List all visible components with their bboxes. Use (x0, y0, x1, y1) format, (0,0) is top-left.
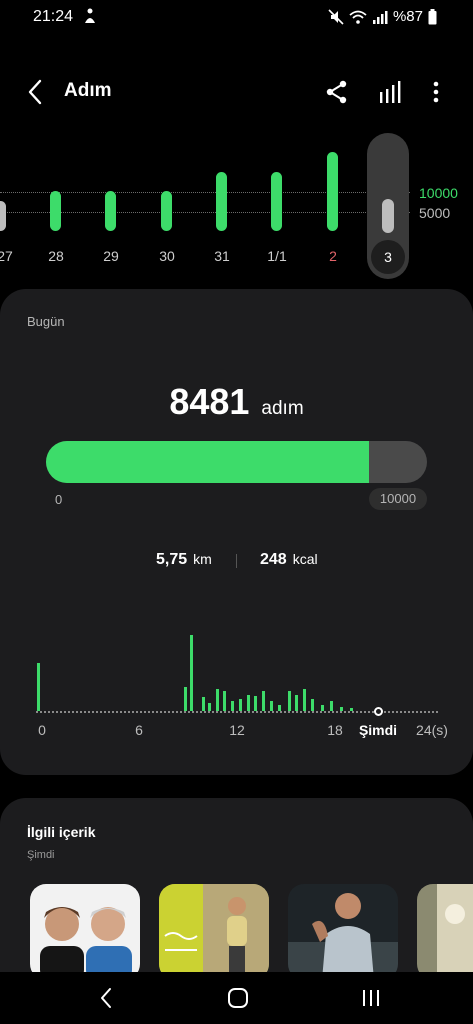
day-label: 2 (329, 248, 337, 264)
distance-stat: 5,75 km (156, 551, 212, 569)
page-title: Adım (64, 80, 112, 101)
steps-value: 8481 (169, 381, 250, 422)
now-label: Şimdi (358, 722, 398, 738)
today-card: Bugün 8481 adım 0 10000 5,75 km 248 kcal 0 … (0, 289, 473, 775)
stat-divider (236, 554, 237, 568)
status-bar: 21:24 %87 (0, 0, 473, 34)
hour-bar (208, 703, 212, 711)
hour-bar (288, 691, 292, 711)
day-label: 28 (48, 248, 64, 264)
hour-tick-label: 0 (38, 722, 46, 738)
calories-unit: kcal (292, 551, 318, 567)
hour-bar (278, 705, 282, 711)
more-options-icon[interactable] (426, 78, 446, 106)
hour-bar (201, 697, 205, 711)
related-thumbnail[interactable] (159, 884, 269, 980)
day-label: 29 (103, 248, 119, 264)
calories-stat: 248 kcal (260, 551, 318, 569)
hour-bar (37, 663, 40, 711)
progress-goal-badge[interactable]: 10000 (369, 488, 427, 510)
hour-bar (302, 689, 306, 711)
status-icons: %87 (328, 8, 437, 25)
day-bar[interactable] (105, 191, 116, 231)
notification-icon (85, 8, 95, 23)
selected-day-bar (382, 199, 394, 233)
hour-bar (310, 699, 314, 711)
mid-gridline (0, 212, 410, 213)
hour-bar (247, 695, 251, 711)
day-bar[interactable] (0, 201, 6, 231)
hour-tick-label: 6 (135, 722, 143, 738)
steps-summary: 8481 adım (0, 381, 473, 423)
distance-value: 5,75 (156, 551, 188, 568)
progress-min-label: 0 (55, 492, 63, 507)
steps-progress-bar (46, 441, 427, 483)
related-thumbnail[interactable] (417, 884, 473, 980)
steps-progress-fill (46, 441, 370, 483)
hour-bar (183, 687, 187, 711)
hour-tick-label: 12 (229, 722, 245, 738)
day-bar[interactable] (216, 172, 227, 231)
day-bar[interactable] (161, 191, 172, 231)
nav-home-icon[interactable] (225, 985, 251, 1011)
selected-day-label: 3 (371, 240, 405, 274)
calories-value: 248 (260, 551, 287, 568)
hour-tick-label: 18 (327, 722, 343, 738)
app-bar: Adım (0, 70, 473, 114)
related-thumbnail[interactable] (288, 884, 398, 980)
goal-gridline (0, 192, 410, 193)
day-label: 30 (159, 248, 175, 264)
related-subtitle: Şimdi (27, 849, 55, 861)
back-button[interactable] (22, 77, 48, 107)
hour-bar (222, 691, 226, 711)
battery-percent: %87 (392, 8, 423, 25)
hour-bar (190, 635, 194, 711)
hour-bar (294, 695, 298, 711)
hour-bar (253, 696, 257, 711)
share-icon[interactable] (324, 78, 350, 106)
status-time: 21:24 (33, 8, 74, 25)
signal-icon (372, 10, 388, 24)
stats-icon[interactable] (377, 78, 403, 106)
day-bar[interactable] (50, 191, 61, 231)
nav-back-icon[interactable] (94, 985, 120, 1011)
hour-bar (216, 689, 220, 711)
hourly-steps-chart[interactable]: 0 6 12 18 Şimdi 24(s) (0, 624, 473, 744)
related-title: İlgili içerik (27, 824, 96, 840)
day-bar[interactable] (271, 172, 282, 231)
hour-bar (349, 708, 353, 711)
hour-bar (239, 699, 243, 711)
day-bar[interactable] (327, 152, 338, 231)
wifi-icon (349, 10, 367, 24)
day-label: 31 (214, 248, 230, 264)
navigation-bar (0, 972, 473, 1024)
hour-bar (320, 705, 324, 711)
selected-day-pill[interactable]: 3 (367, 133, 409, 279)
now-marker (374, 707, 383, 716)
stats-row: 5,75 km 248 kcal (0, 551, 473, 571)
day-label: 1/1 (267, 248, 287, 264)
hour-bar (230, 701, 234, 711)
hour-bar (270, 701, 274, 711)
hour-tick-label: 24(s) (416, 722, 448, 738)
hour-bar (330, 701, 334, 711)
related-thumbnail[interactable] (30, 884, 140, 980)
steps-unit: adım (261, 398, 304, 419)
nav-recents-icon[interactable] (358, 985, 384, 1011)
today-label: Bugün (27, 314, 65, 329)
hour-bar (340, 707, 344, 711)
hour-bar (261, 691, 265, 711)
goal-scale-label: 10000 (419, 185, 458, 201)
distance-unit: km (193, 551, 212, 567)
mute-icon (328, 8, 344, 25)
day-label: 27 (0, 248, 13, 264)
battery-icon (428, 8, 437, 24)
mid-scale-label: 5000 (419, 205, 451, 221)
